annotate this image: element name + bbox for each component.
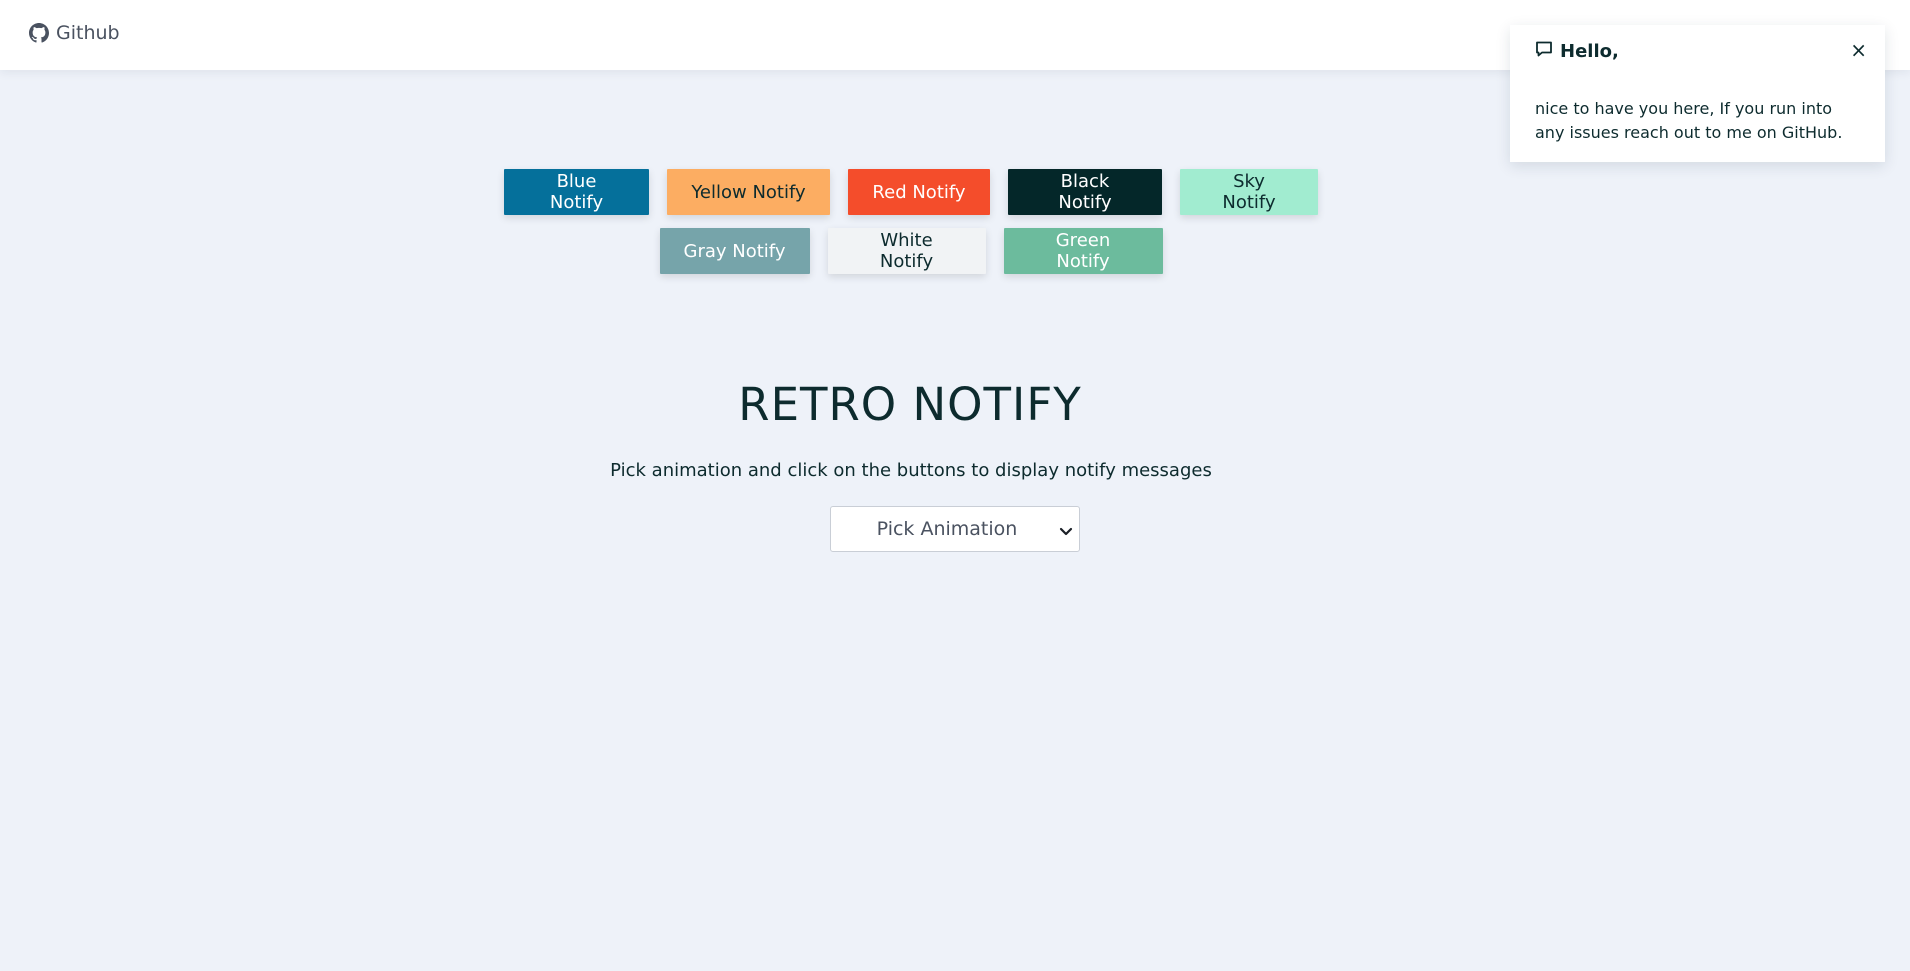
github-link[interactable]: Github <box>29 22 120 44</box>
notify-toast: Hello, × nice to have you here, If you r… <box>1510 25 1885 162</box>
red-notify-button[interactable]: Red Notify <box>848 169 990 215</box>
animation-select-value: Pick Animation <box>876 518 1018 540</box>
close-icon[interactable]: × <box>1850 39 1867 61</box>
notify-buttons-row-2: Gray Notify White Notify Green Notify <box>0 228 1866 274</box>
github-icon <box>29 23 49 43</box>
yellow-notify-button[interactable]: Yellow Notify <box>667 169 830 215</box>
blue-notify-button[interactable]: Blue Notify <box>504 169 649 215</box>
toast-title: Hello, <box>1560 40 1619 62</box>
github-link-label: Github <box>56 22 120 44</box>
animation-select[interactable]: Pick Animation <box>830 506 1080 552</box>
black-notify-button[interactable]: Black Notify <box>1008 169 1162 215</box>
green-notify-button[interactable]: Green Notify <box>1003 228 1163 274</box>
gray-notify-button[interactable]: Gray Notify <box>659 228 810 274</box>
page-subtitle: Pick animation and click on the buttons … <box>610 460 1212 481</box>
white-notify-button[interactable]: White Notify <box>827 228 986 274</box>
sky-notify-button[interactable]: Sky Notify <box>1180 169 1318 215</box>
message-icon <box>1534 39 1554 63</box>
notify-buttons-row-1: Blue Notify Yellow Notify Red Notify Bla… <box>0 169 1866 215</box>
page-title: RETRO NOTIFY <box>738 378 1082 431</box>
toast-message: nice to have you here, If you run into a… <box>1535 99 1843 142</box>
chevron-down-icon <box>1059 523 1073 536</box>
toast-header: Hello, <box>1534 39 1619 63</box>
